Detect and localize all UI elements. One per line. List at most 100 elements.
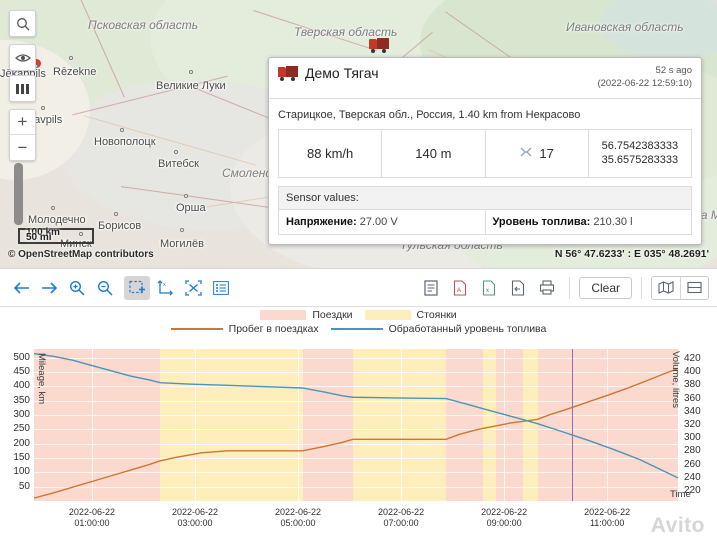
map-city-label: Могилёв	[160, 238, 204, 250]
x-tick: 2022-06-2211:00:00	[557, 507, 657, 530]
axis-scale-icon[interactable]: x	[152, 276, 178, 300]
longitude-value: 35.6575283333	[602, 153, 678, 168]
legend-item-stops[interactable]: Стоянки	[365, 309, 457, 321]
map-city-dot	[114, 212, 118, 216]
x-tick-date: 2022-06-22	[454, 507, 554, 518]
metric-coordinates: 56.7542383333 35.6575283333	[589, 130, 691, 178]
x-tick-date: 2022-06-22	[145, 507, 245, 518]
map-city-dot	[41, 106, 45, 110]
chart-cursor-line[interactable]	[572, 349, 573, 501]
popup-address: Старицкое, Тверская обл., Россия, 1.40 k…	[269, 99, 701, 129]
file-export-icon[interactable]	[505, 276, 531, 300]
map-city-dot	[120, 128, 124, 132]
zoom-controls[interactable]: + −	[9, 109, 36, 161]
print-icon[interactable]	[534, 276, 560, 300]
sensors-header: Sensor values:	[279, 187, 691, 210]
split-view-icon[interactable]	[680, 277, 708, 299]
zoom-select-icon[interactable]	[124, 276, 150, 300]
y-tick-left: 50	[0, 481, 30, 492]
sensor-voltage-label: Напряжение:	[286, 216, 357, 228]
view-toggle-group[interactable]	[651, 276, 709, 300]
map-city-dot	[174, 150, 178, 154]
legend-item-trips[interactable]: Поездки	[260, 309, 352, 321]
search-icon[interactable]	[9, 10, 36, 37]
y-tick-left: 100	[0, 466, 30, 477]
x-tick: 2022-06-2209:00:00	[454, 507, 554, 530]
map-city-label: Молодечно	[28, 214, 86, 226]
report-icon[interactable]	[418, 276, 444, 300]
fit-screen-icon[interactable]	[180, 276, 206, 300]
clear-button[interactable]: Clear	[579, 277, 632, 299]
chart-plot-area[interactable]	[34, 349, 678, 501]
y-tick-left: 350	[0, 395, 30, 406]
map-region-label: Ивановская область	[566, 20, 684, 34]
chart-panel[interactable]: Поездки Стоянки Пробег в поездках Обрабо…	[0, 307, 717, 540]
x-tick: 2022-06-2207:00:00	[351, 507, 451, 530]
y-tick-right: 300	[684, 432, 701, 443]
vehicle-info-popup[interactable]: Демо Тягач 52 s ago (2022-06-22 12:59:10…	[268, 57, 702, 245]
vehicle-marker-icon[interactable]	[369, 38, 389, 58]
legend-swatch-stops	[365, 310, 411, 320]
y-tick-right: 260	[684, 459, 701, 470]
x-tick-date: 2022-06-22	[248, 507, 348, 518]
toolbar-divider	[569, 277, 570, 299]
x-tick-time: 09:00:00	[454, 518, 554, 529]
chart-toolbar[interactable]: x A x Clear	[0, 268, 717, 307]
legend-swatch-trips	[260, 310, 306, 320]
map-scale-bar: 100 km 50 mi	[18, 228, 94, 244]
map-city-dot	[69, 56, 73, 60]
map-city-dot	[184, 194, 188, 198]
forward-arrow-icon[interactable]	[36, 276, 62, 300]
back-arrow-icon[interactable]	[8, 276, 34, 300]
y-tick-right: 340	[684, 406, 701, 417]
coordinates-readout: N 56° 47.6233' : E 035° 48.2691'	[555, 248, 709, 260]
truck-icon	[369, 38, 389, 53]
legend-swatch-mileage	[171, 328, 223, 331]
y-tick-left: 300	[0, 409, 30, 420]
x-tick-time: 11:00:00	[557, 518, 657, 529]
map-city-label: Rēzekne	[53, 66, 96, 78]
app-root: Псковская областьТверская областьИвановс…	[0, 0, 717, 540]
pdf-export-icon[interactable]: A	[447, 276, 473, 300]
list-view-icon[interactable]	[208, 276, 234, 300]
toolbar-divider	[641, 277, 642, 299]
zoom-out-button[interactable]: −	[10, 135, 35, 160]
zoom-in-icon[interactable]	[64, 276, 90, 300]
eye-icon[interactable]	[9, 44, 36, 71]
map-panel[interactable]: Псковская областьТверская областьИвановс…	[0, 0, 717, 268]
popup-time-ago: 52 s ago	[597, 65, 692, 78]
map-view-icon[interactable]	[652, 277, 680, 299]
y-tick-left: 400	[0, 380, 30, 391]
x-tick-time: 05:00:00	[248, 518, 348, 529]
excel-export-icon[interactable]: x	[476, 276, 502, 300]
legend-row-series: Пробег в поездках Обработанный уровень т…	[171, 323, 547, 335]
svg-text:x: x	[486, 288, 489, 294]
map-city-dot	[180, 228, 184, 232]
y-tick-right: 220	[684, 485, 701, 496]
metric-satellites: 17	[486, 130, 589, 178]
y-tick-left: 500	[0, 352, 30, 363]
osm-attribution[interactable]: © OpenStreetMap contributors	[8, 249, 154, 260]
svg-text:A: A	[457, 288, 461, 294]
toolbar-left-group[interactable]: x	[0, 276, 234, 300]
layers-icon[interactable]	[9, 75, 36, 102]
legend-item-mileage[interactable]: Пробег в поездках	[171, 323, 319, 335]
legend-swatch-fuel	[331, 328, 383, 331]
toolbar-right-group[interactable]: A x Clear	[418, 276, 717, 300]
zoom-in-button[interactable]: +	[10, 110, 35, 135]
x-tick: 2022-06-2201:00:00	[42, 507, 142, 530]
x-tick: 2022-06-2205:00:00	[248, 507, 348, 530]
zoom-out-icon[interactable]	[92, 276, 118, 300]
truck-icon	[278, 66, 298, 81]
y-tick-right: 360	[684, 393, 701, 404]
map-region-label: Тверская область	[294, 25, 397, 39]
y-tick-left: 200	[0, 438, 30, 449]
satellite-icon	[519, 146, 533, 160]
zoom-slider[interactable]	[14, 163, 23, 225]
sensor-fuel-label: Уровень топлива:	[493, 216, 591, 228]
x-tick: 2022-06-2203:00:00	[145, 507, 245, 530]
y-tick-left: 450	[0, 366, 30, 377]
legend-item-fuel[interactable]: Обработанный уровень топлива	[331, 323, 547, 335]
x-tick-time: 01:00:00	[42, 518, 142, 529]
y-tick-left: 250	[0, 423, 30, 434]
